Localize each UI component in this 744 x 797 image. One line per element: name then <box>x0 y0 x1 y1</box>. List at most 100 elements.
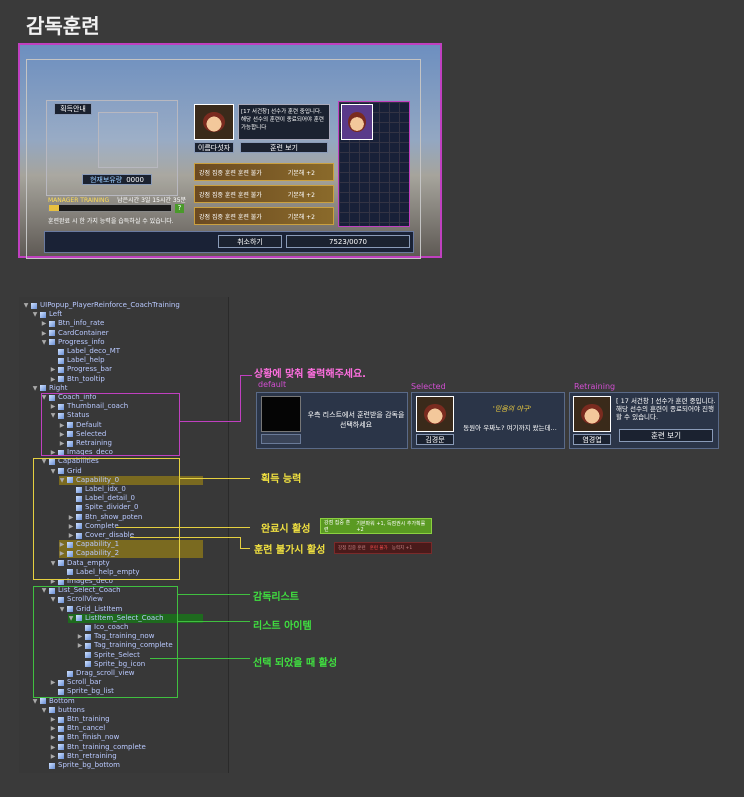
retrain-coach-name: 염경엽 <box>573 434 611 445</box>
hierarchy-item-label: Btn_training <box>67 715 110 723</box>
tab-default-label: default <box>258 380 287 389</box>
capabilities-highlight <box>33 458 180 580</box>
hierarchy-item[interactable]: ▶ Btn_retraining <box>50 752 203 761</box>
hierarchy-item-label: Btn_tooltip <box>67 374 105 383</box>
hierarchy-item[interactable]: ▶ Btn_training_complete <box>50 743 203 752</box>
acquire-ability-note: 획득 능력 <box>261 474 302 485</box>
expand-down-icon[interactable]: ▼ <box>32 310 38 319</box>
connector <box>178 594 250 595</box>
gameobject-icon <box>49 339 55 346</box>
connector <box>130 537 240 538</box>
hierarchy-item-label: Sprite_bg_bottom <box>58 761 120 769</box>
gameobject-icon <box>58 734 64 741</box>
hierarchy-item[interactable]: ▶ Btn_tooltip <box>50 375 203 384</box>
hierarchy-item[interactable]: ▼ Left <box>32 310 203 319</box>
gameobject-icon <box>40 311 46 318</box>
gameobject-icon <box>58 357 64 364</box>
hierarchy-item[interactable]: ▼ Right <box>32 384 203 393</box>
coach-name-button[interactable]: 이름다섯자 <box>194 142 234 153</box>
expand-right-icon[interactable]: ▶ <box>50 715 56 724</box>
info-rate-button[interactable]: 획득안내 <box>54 103 92 115</box>
hierarchy-item[interactable]: ▶ Btn_info_rate <box>41 319 203 328</box>
default-text: 우측 리스트에서 훈련받을 감독을 선택하세요 <box>307 411 405 429</box>
gameobject-icon <box>58 716 64 723</box>
hierarchy-item[interactable]: ▶ Btn_cancel <box>50 724 203 733</box>
coach-face-icon <box>202 111 226 133</box>
training-button[interactable]: 7523/0070 <box>286 235 410 248</box>
cost-label: 현재보유량 <box>89 175 123 184</box>
expand-right-icon[interactable]: ▶ <box>41 329 47 338</box>
selected-coach-name: 김경문 <box>416 434 454 445</box>
hierarchy-item[interactable]: ▶ Progress_bar <box>50 365 203 374</box>
expand-down-icon[interactable]: ▼ <box>32 384 38 393</box>
disable-active-note: 훈련 불가시 활성 <box>254 545 326 556</box>
capability-row-1[interactable]: 강점 집중 훈련 훈련 불가 기본해 +2 <box>194 185 334 203</box>
gameobject-icon <box>58 376 64 383</box>
hierarchy-item[interactable]: ▼ buttons <box>41 706 203 715</box>
expand-right-icon[interactable]: ▶ <box>50 733 56 742</box>
hierarchy-item-label: Label_help <box>67 356 105 365</box>
connector <box>240 537 241 548</box>
expand-down-icon[interactable]: ▼ <box>41 706 47 715</box>
tab-selected-label: Selected <box>411 382 446 391</box>
connector <box>240 375 252 376</box>
expand-down-icon[interactable]: ▼ <box>23 301 29 310</box>
gameobject-icon <box>58 753 64 760</box>
empty-thumbnail <box>261 396 301 432</box>
retrain-view-button[interactable]: 훈련 보기 <box>619 429 713 442</box>
progress-fill <box>49 205 59 211</box>
coach-face-icon <box>581 403 603 425</box>
hierarchy-item-label: Progress_bar <box>67 365 112 374</box>
hierarchy-item[interactable]: ▶ CardContainer <box>41 329 203 338</box>
selected-quote: '믿음의 야구' <box>492 405 532 413</box>
expand-right-icon[interactable]: ▶ <box>50 743 56 752</box>
hierarchy-item[interactable]: ▼ Progress_info <box>41 338 203 347</box>
capability-row-2[interactable]: 강점 집중 훈련 훈련 불가 기본해 +2 <box>194 207 334 225</box>
expand-right-icon[interactable]: ▶ <box>50 752 56 761</box>
hierarchy-item-label: Label_deco_MT <box>67 347 121 355</box>
connector <box>180 421 240 422</box>
gameobject-icon <box>49 330 55 337</box>
hierarchy-item[interactable]: Label_help <box>50 356 203 365</box>
hierarchy-item-label: CardContainer <box>58 328 109 337</box>
capability-row-0[interactable]: 강점 집중 훈련 훈련 불가 기본해 +2 <box>194 163 334 181</box>
card-container <box>98 112 158 168</box>
coach-face-icon <box>424 403 446 425</box>
hierarchy-item-label: Progress_info <box>58 337 105 346</box>
coach-list-note: 감독리스트 <box>253 592 299 603</box>
tooltip-button[interactable]: ? <box>175 204 184 213</box>
expand-down-icon[interactable]: ▼ <box>41 338 47 347</box>
retrain-text: [ 17 서건창 ] 선수가 훈련 중입니다. 해당 선수의 훈련이 종료되어야… <box>616 397 716 421</box>
page-title: 감독훈련 <box>26 14 100 38</box>
list-select-highlight <box>33 586 178 698</box>
expand-right-icon[interactable]: ▶ <box>41 319 47 328</box>
gameobject-icon <box>49 707 55 714</box>
list-item-note: 리스트 아이템 <box>253 621 312 632</box>
cost-value: 0000 <box>126 175 145 184</box>
gameobject-icon <box>58 744 64 751</box>
gameobject-icon <box>49 320 55 327</box>
connector <box>178 621 250 622</box>
disable-sample: 강점 집중 훈련 훈련 불가 능력치 +1 <box>334 542 432 554</box>
gameobject-icon <box>58 366 64 373</box>
hierarchy-item[interactable]: ▶ Btn_training <box>50 715 203 724</box>
expand-right-icon[interactable]: ▶ <box>50 724 56 733</box>
connector <box>180 478 250 479</box>
hierarchy-item-label: Btn_finish_now <box>67 733 120 742</box>
hierarchy-item[interactable]: Label_deco_MT <box>50 347 203 356</box>
list-item-coach-icon[interactable] <box>341 104 373 140</box>
cancel-button[interactable]: 취소하기 <box>218 235 282 248</box>
expand-right-icon[interactable]: ▶ <box>50 375 56 384</box>
manager-training-label: MANAGER TRAINING 남은시간 3일 15시간 35분 <box>48 197 187 204</box>
hierarchy-item[interactable]: ▼ UIPopup_PlayerReinforce_CoachTraining <box>23 301 203 310</box>
complete-active-note: 완료시 활성 <box>261 524 311 535</box>
coach-face-icon <box>348 111 366 133</box>
expand-right-icon[interactable]: ▶ <box>50 365 56 374</box>
hierarchy-item[interactable]: Sprite_bg_bottom <box>41 761 203 770</box>
hierarchy-item[interactable]: ▶ Btn_finish_now <box>50 733 203 742</box>
retrain-coach-thumbnail <box>573 396 611 432</box>
training-view-button[interactable]: 훈련 보기 <box>240 142 328 153</box>
gameobject-icon <box>49 762 55 769</box>
hierarchy-item-label: UIPopup_PlayerReinforce_CoachTraining <box>40 301 180 309</box>
hierarchy-item-label: Btn_training_complete <box>67 742 146 751</box>
